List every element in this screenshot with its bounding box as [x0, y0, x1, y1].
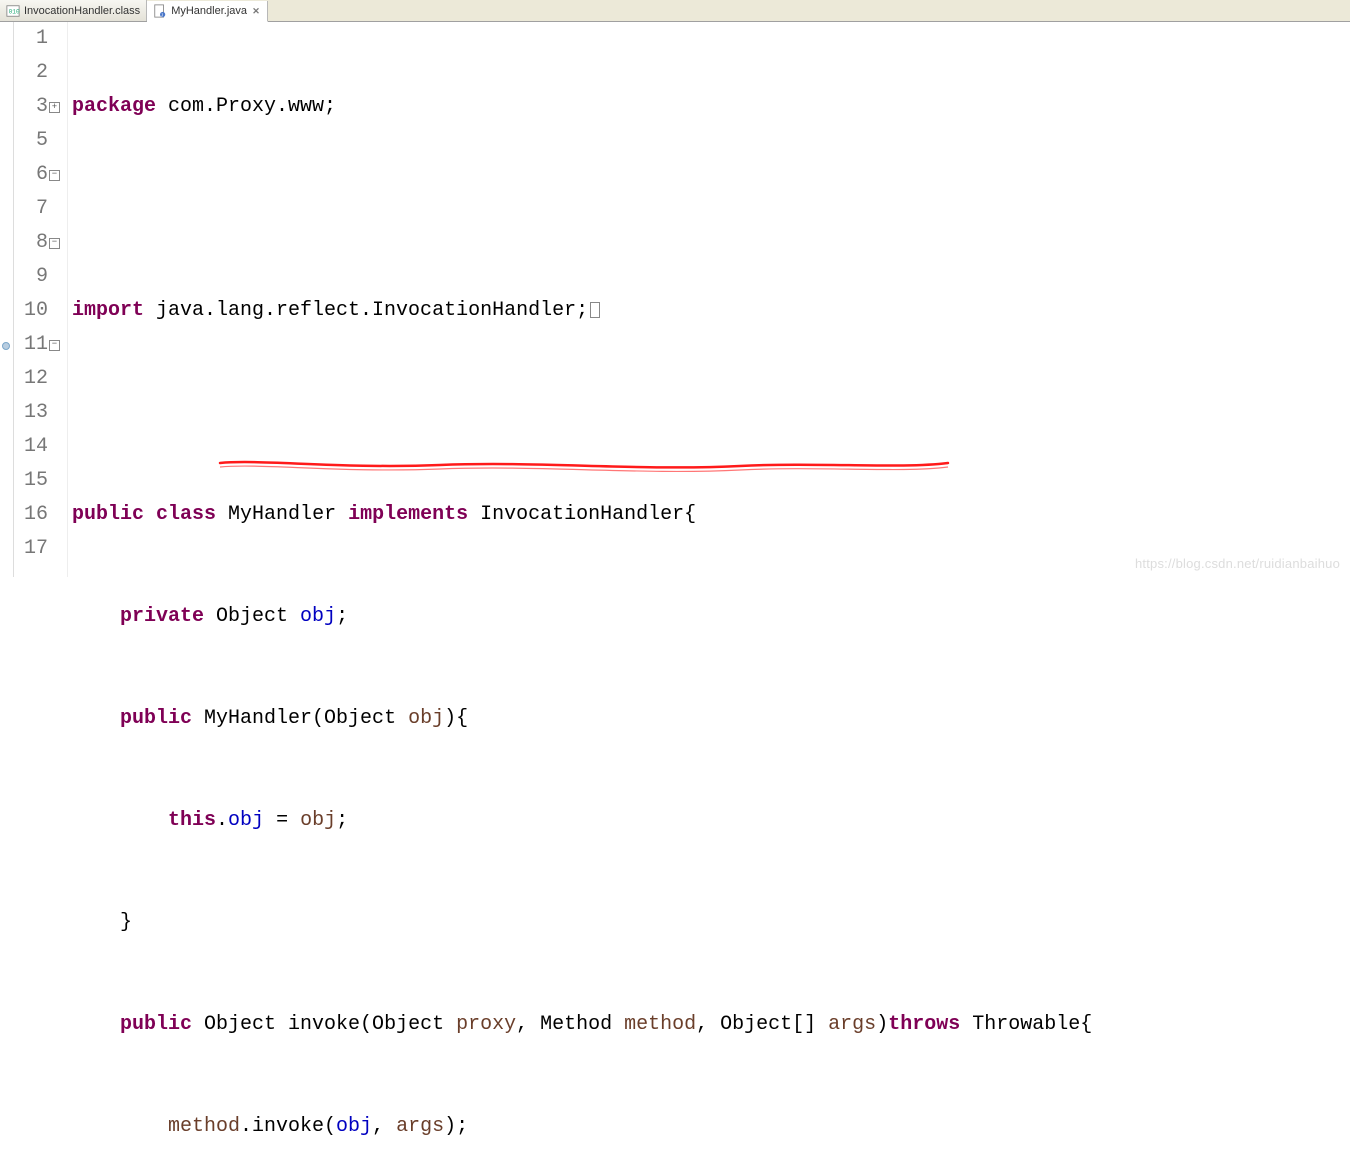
tab-myhandler-java[interactable]: J MyHandler.java ✕ — [147, 1, 268, 22]
line-number: 9 — [14, 260, 48, 294]
code-line — [72, 396, 1350, 430]
class-file-icon: 010 — [6, 4, 20, 18]
code-line: } — [72, 906, 1350, 940]
line-number: 2 — [14, 56, 48, 90]
line-number: 15 — [14, 464, 48, 498]
code-line — [72, 192, 1350, 226]
line-number: 17 — [14, 532, 48, 566]
folded-imports-icon[interactable] — [590, 302, 600, 318]
line-number: 3 — [14, 90, 48, 124]
svg-text:J: J — [161, 12, 163, 17]
code-area[interactable]: package com.Proxy.www; import java.lang.… — [68, 22, 1350, 577]
code-line: public MyHandler(Object obj){ — [72, 702, 1350, 736]
line-number: 8 — [14, 226, 48, 260]
code-line: public Object invoke(Object proxy, Metho… — [72, 1008, 1350, 1042]
close-icon[interactable]: ✕ — [251, 6, 261, 16]
code-line: public class MyHandler implements Invoca… — [72, 498, 1350, 532]
code-line: method.invoke(obj, args); — [72, 1110, 1350, 1144]
tab-invocationhandler-class[interactable]: 010 InvocationHandler.class — [0, 0, 147, 21]
code-line: private Object obj; — [72, 600, 1350, 634]
line-number: 1 — [14, 22, 48, 56]
line-number: 14 — [14, 430, 48, 464]
code-line: package com.Proxy.www; — [72, 90, 1350, 124]
line-number: 11 — [14, 328, 48, 362]
line-number: 10 — [14, 294, 48, 328]
code-editor[interactable]: 1 2 3 5 6 7 8 9 10 11 12 13 14 15 16 17 … — [0, 22, 1350, 577]
line-number: 5 — [14, 124, 48, 158]
code-line: this.obj = obj; — [72, 804, 1350, 838]
line-number: 7 — [14, 192, 48, 226]
marker-ruler — [0, 22, 14, 577]
tab-label: MyHandler.java — [171, 5, 247, 17]
code-line: import java.lang.reflect.InvocationHandl… — [72, 294, 1350, 328]
java-file-icon: J — [153, 4, 167, 18]
line-number: 13 — [14, 396, 48, 430]
line-number-gutter: 1 2 3 5 6 7 8 9 10 11 12 13 14 15 16 17 — [14, 22, 54, 577]
line-number: 6 — [14, 158, 48, 192]
editor-tab-bar: 010 InvocationHandler.class J MyHandler.… — [0, 0, 1350, 22]
svg-text:010: 010 — [9, 8, 20, 15]
tab-label: InvocationHandler.class — [24, 5, 140, 17]
line-number: 16 — [14, 498, 48, 532]
line-number: 12 — [14, 362, 48, 396]
